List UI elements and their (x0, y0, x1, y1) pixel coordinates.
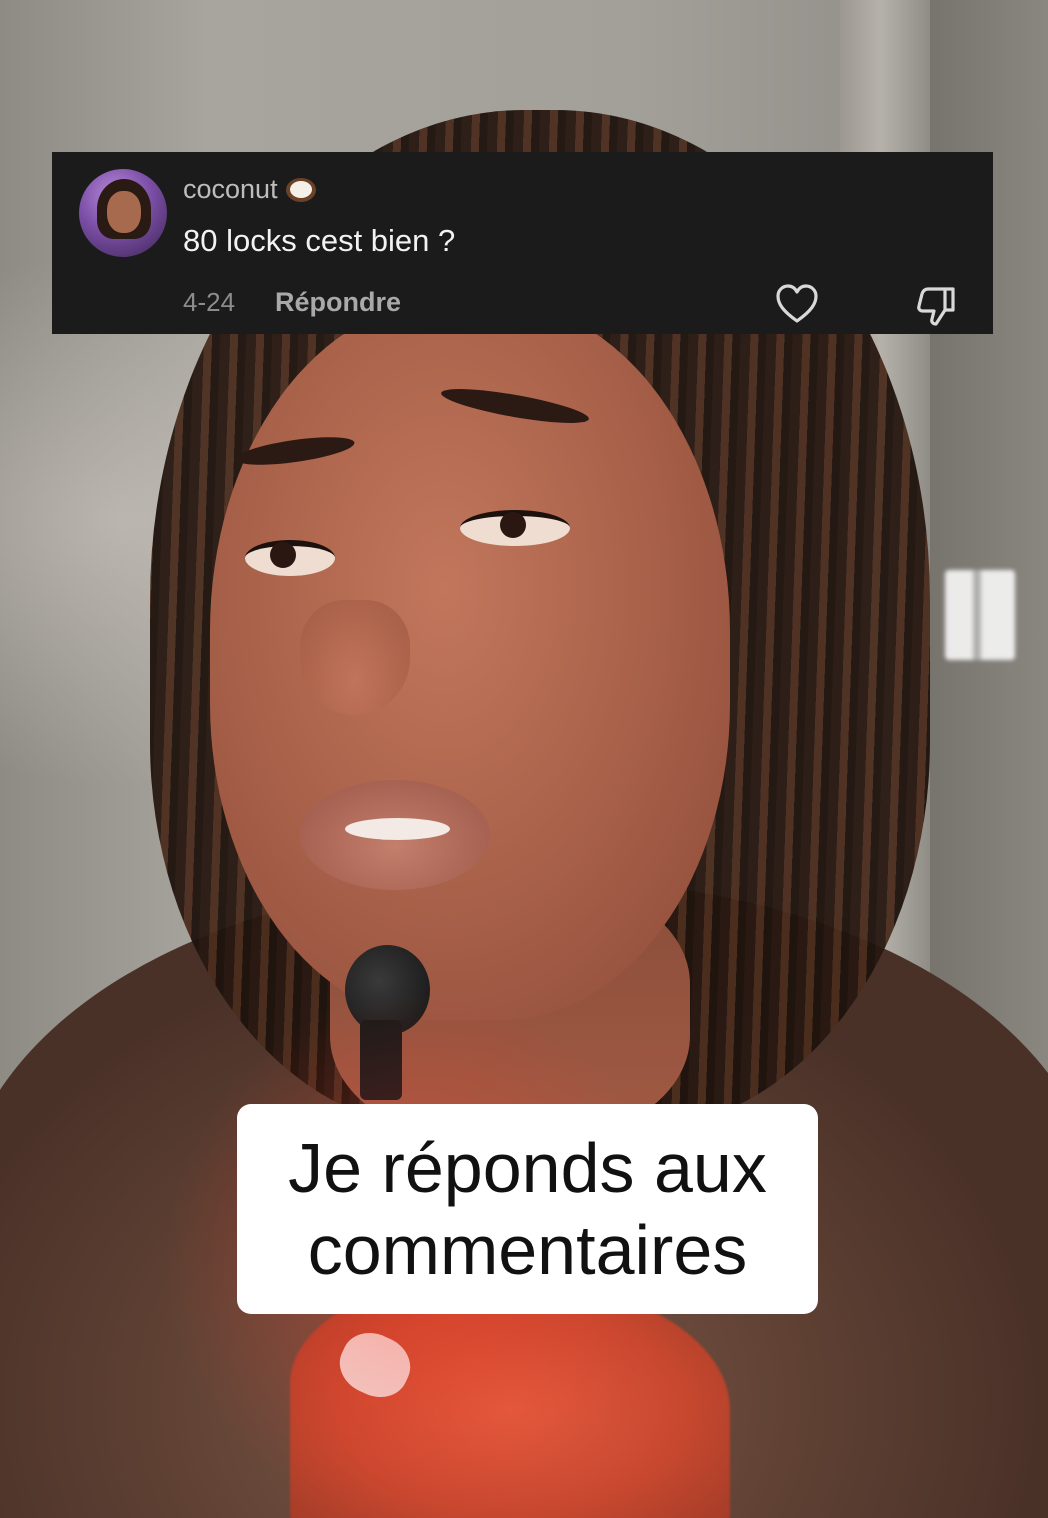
person-teeth (345, 818, 450, 840)
reply-button[interactable]: Répondre (275, 286, 401, 318)
microphone-body (360, 1020, 402, 1100)
caption-line-1: Je réponds aux (288, 1129, 767, 1207)
person-face (210, 300, 730, 1020)
caption-line-2: commentaires (307, 1211, 748, 1289)
username-row: coconut (183, 172, 316, 206)
caption-box: Je réponds aux commentaires (237, 1104, 818, 1314)
comment-meta: 4-24 Répondre (183, 286, 401, 318)
comment-card[interactable]: coconut 80 locks cest bien ? 4-24 Répond… (52, 152, 993, 334)
comment-username[interactable]: coconut (183, 172, 278, 206)
heart-outline-icon[interactable] (775, 284, 819, 324)
window-reflection (945, 570, 1015, 660)
video-frame[interactable]: coconut 80 locks cest bien ? 4-24 Répond… (0, 0, 1048, 1518)
coconut-icon (285, 176, 316, 202)
comment-date: 4-24 (183, 287, 236, 317)
person-nose (300, 600, 410, 715)
thumbs-down-outline-icon[interactable] (914, 284, 958, 328)
right-pupil (500, 512, 526, 538)
left-pupil (270, 542, 296, 568)
avatar-face (107, 191, 141, 233)
avatar[interactable] (79, 169, 167, 257)
comment-text: 80 locks cest bien ? (183, 223, 456, 258)
